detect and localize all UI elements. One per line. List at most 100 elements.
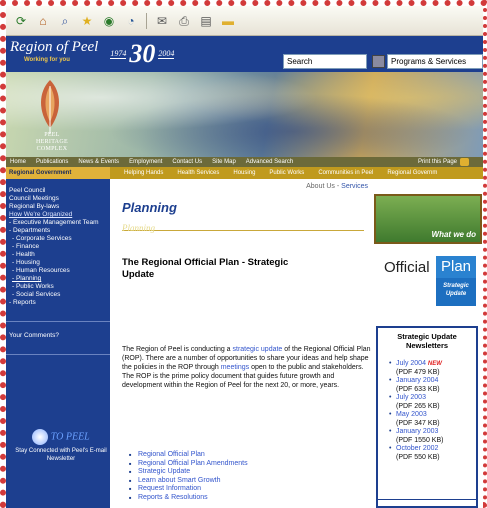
sidebar-sub-public-works[interactable]: - Public Works (6, 283, 110, 291)
connect-globe-icon (32, 429, 49, 445)
subnav-regional-gov[interactable]: Regional Governm (387, 170, 437, 176)
strategic-update-link[interactable]: strategic update (233, 346, 283, 353)
subnav-public-works[interactable]: Public Works (269, 170, 304, 176)
print-page-link[interactable]: Print this Page (418, 159, 457, 165)
newsletter-item[interactable]: May 2003(PDF 347 KB) (389, 411, 472, 428)
newsletter-month[interactable]: July 2003 (396, 394, 426, 401)
sidebar-item-organized[interactable]: How We're Organized (6, 211, 110, 219)
sidebar-item-reports[interactable]: - Reports (6, 299, 110, 307)
subnav-communities[interactable]: Communities in Peel (318, 170, 373, 176)
newsletter-item[interactable]: July 2004 NEW(PDF 479 KB) (389, 360, 472, 377)
newsletter-size: (PDF 633 KB) (396, 385, 440, 393)
media-icon[interactable]: ◉ (100, 12, 118, 30)
edit-icon[interactable]: ▤ (197, 12, 215, 30)
newsletter-month[interactable]: January 2003 (396, 428, 438, 435)
newsletter-size: (PDF 265 KB) (396, 402, 440, 410)
newsletter-month[interactable]: January 2004 (396, 377, 438, 384)
history-icon[interactable]: ◔ (122, 12, 140, 30)
nav-site-map[interactable]: Site Map (212, 159, 236, 165)
link-strategic-update[interactable]: Strategic Update (129, 468, 248, 477)
sidebar-item-bylaws[interactable]: Regional By-laws (6, 203, 110, 211)
newsletter-month[interactable]: July 2004 (396, 360, 426, 367)
newsletter-item[interactable]: January 2004(PDF 633 KB) (389, 377, 472, 394)
banner-caption: PEEL HERITAGE COMPLEX (36, 132, 68, 153)
nav-publications[interactable]: Publications (36, 159, 68, 165)
nav-contact-us[interactable]: Contact Us (172, 159, 202, 165)
sidebar-item-peel-council[interactable]: Peel Council (6, 187, 110, 195)
printer-icon[interactable] (460, 158, 469, 166)
page-title: Planning (122, 200, 177, 215)
left-sidebar: Peel Council Council Meetings Regional B… (6, 179, 110, 508)
search-icon[interactable]: ⌕ (56, 12, 74, 30)
what-we-do-label: What we do (431, 230, 476, 239)
related-links: Regional Official Plan Regional Official… (129, 451, 248, 503)
connect-text: Stay Connected with Peel's E-mail Newsle… (15, 448, 107, 462)
nav-employment[interactable]: Employment (129, 159, 162, 165)
folder-icon[interactable]: ▬ (219, 12, 237, 30)
plan-badge[interactable]: Plan Strategic Update (436, 256, 476, 306)
sidebar-sub-planning[interactable]: - Planning (6, 275, 110, 283)
subnav-housing[interactable]: Housing (233, 170, 255, 176)
sidebar-sub-housing[interactable]: - Housing (6, 259, 110, 267)
search-go-button[interactable] (372, 55, 385, 68)
breadcrumb-services[interactable]: Services (341, 183, 368, 190)
newsletter-month[interactable]: May 2003 (396, 411, 427, 418)
article-heading: The Regional Official Plan - Strategic U… (122, 257, 289, 280)
sidebar-divider (6, 321, 110, 322)
home-icon[interactable]: ⌂ (34, 12, 52, 30)
browser-toolbar: ⟳ ⌂ ⌕ ★ ◉ ◔ ✉ ⎙ ▤ ▬ (6, 6, 483, 36)
sidebar-sub-hr[interactable]: - Human Resources (6, 267, 110, 275)
sidebar-item-departments[interactable]: - Departments (6, 227, 110, 235)
sidebar-sub-social[interactable]: - Social Services (6, 291, 110, 299)
newsletter-size: (PDF 1550 KB) (396, 436, 444, 444)
sidebar-sub-health[interactable]: - Health (6, 251, 110, 259)
breadcrumb-about[interactable]: About Us (306, 183, 335, 190)
subnav-health[interactable]: Health Services (177, 170, 219, 176)
link-reports[interactable]: Reports & Resolutions (129, 494, 248, 503)
link-rop-amendments[interactable]: Regional Official Plan Amendments (129, 460, 248, 469)
nav-home[interactable]: Home (10, 159, 26, 165)
favorites-icon[interactable]: ★ (78, 12, 96, 30)
refresh-icon[interactable]: ⟳ (12, 12, 30, 30)
newsletters-title: Strategic Update Newsletters (397, 332, 457, 350)
sidebar-item-council-meetings[interactable]: Council Meetings (6, 195, 110, 203)
print-icon[interactable]: ⎙ (175, 12, 193, 30)
nav-advanced-search[interactable]: Advanced Search (246, 159, 293, 165)
logo-text: Region of Peel (10, 39, 99, 55)
subnav-helping-hands[interactable]: Helping Hands (124, 170, 163, 176)
link-request-info[interactable]: Request Information (129, 485, 248, 494)
meetings-link[interactable]: meetings (221, 364, 249, 371)
banner-line-2: HERITAGE (36, 139, 68, 145)
link-rop[interactable]: Regional Official Plan (129, 451, 248, 460)
sidebar-item-exec[interactable]: - Executive Management Team (6, 219, 110, 227)
nav-news-events[interactable]: News & Events (78, 159, 119, 165)
newsletter-item[interactable]: October 2002(PDF 550 KB) (389, 445, 472, 462)
title-rule: Planning (122, 223, 364, 233)
search-input[interactable]: Search (283, 54, 367, 69)
newsletter-month[interactable]: October 2002 (396, 445, 438, 452)
mail-icon[interactable]: ✉ (153, 12, 171, 30)
sidebar-sub-finance[interactable]: - Finance (6, 243, 110, 251)
sub-nav: Regional Government Helping Hands Health… (6, 167, 483, 179)
sidebar-sub-corporate[interactable]: - Corporate Services (6, 235, 110, 243)
connect-newsletter[interactable]: TO PEEL Stay Connected with Peel's E-mai… (6, 429, 110, 463)
subnav-current[interactable]: Regional Government (6, 167, 110, 179)
what-we-do-banner[interactable]: What we do (374, 194, 482, 244)
newsletter-list: July 2004 NEW(PDF 479 KB) January 2004(P… (389, 360, 472, 462)
plan-badge-title: Plan (436, 256, 476, 278)
logo-tagline: Working for you (24, 57, 70, 63)
site-logo[interactable]: Region of Peel Working for you (10, 39, 99, 67)
official-plan-label: Official (384, 259, 430, 276)
title-watermark: Planning (122, 223, 155, 233)
newsletter-item[interactable]: July 2003(PDF 265 KB) (389, 394, 472, 411)
banner-painting (6, 72, 483, 157)
breadcrumb: About Us - Services (306, 183, 368, 190)
services-select[interactable]: Programs & Services (387, 54, 483, 69)
sidebar-comments[interactable]: Your Comments? (6, 332, 110, 340)
banner-line-1: PEEL (44, 132, 60, 138)
site-header: Region of Peel Working for you 1974 30 2… (6, 36, 483, 72)
newsletter-item[interactable]: January 2003(PDF 1550 KB) (389, 428, 472, 445)
anniv-year-end: 2004 (158, 49, 175, 59)
link-smart-growth[interactable]: Learn about Smart Growth (129, 477, 248, 486)
browser-content: ⟳ ⌂ ⌕ ★ ◉ ◔ ✉ ⎙ ▤ ▬ Region of Peel Worki… (6, 6, 483, 508)
